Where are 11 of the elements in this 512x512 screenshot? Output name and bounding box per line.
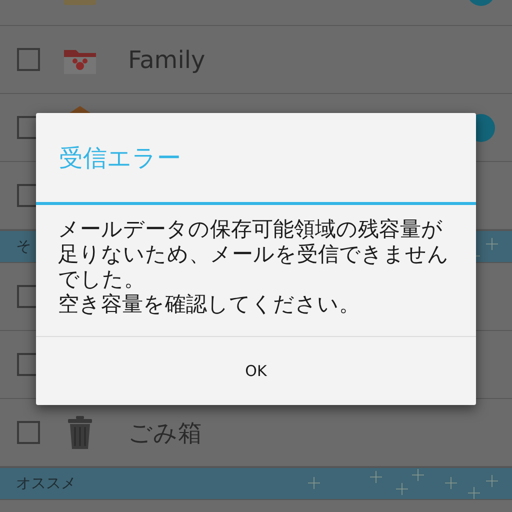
checkbox[interactable] <box>17 421 40 444</box>
dialog-title: 受信エラー <box>59 142 181 174</box>
section-title: オススメ <box>16 473 76 494</box>
checkbox[interactable] <box>17 48 40 71</box>
folder-name: Family <box>128 44 206 76</box>
dialog-message: メールデータの保存可能領域の残容量が足りないため、メールを受信できませんでした。 <box>58 217 450 292</box>
trash-icon <box>67 416 93 450</box>
ok-button[interactable]: OK <box>36 337 476 405</box>
dialog-note: 空き容量を確認してください。 <box>58 292 361 317</box>
section-title: そ <box>16 236 31 258</box>
folder-name: ごみ箱 <box>128 418 202 448</box>
